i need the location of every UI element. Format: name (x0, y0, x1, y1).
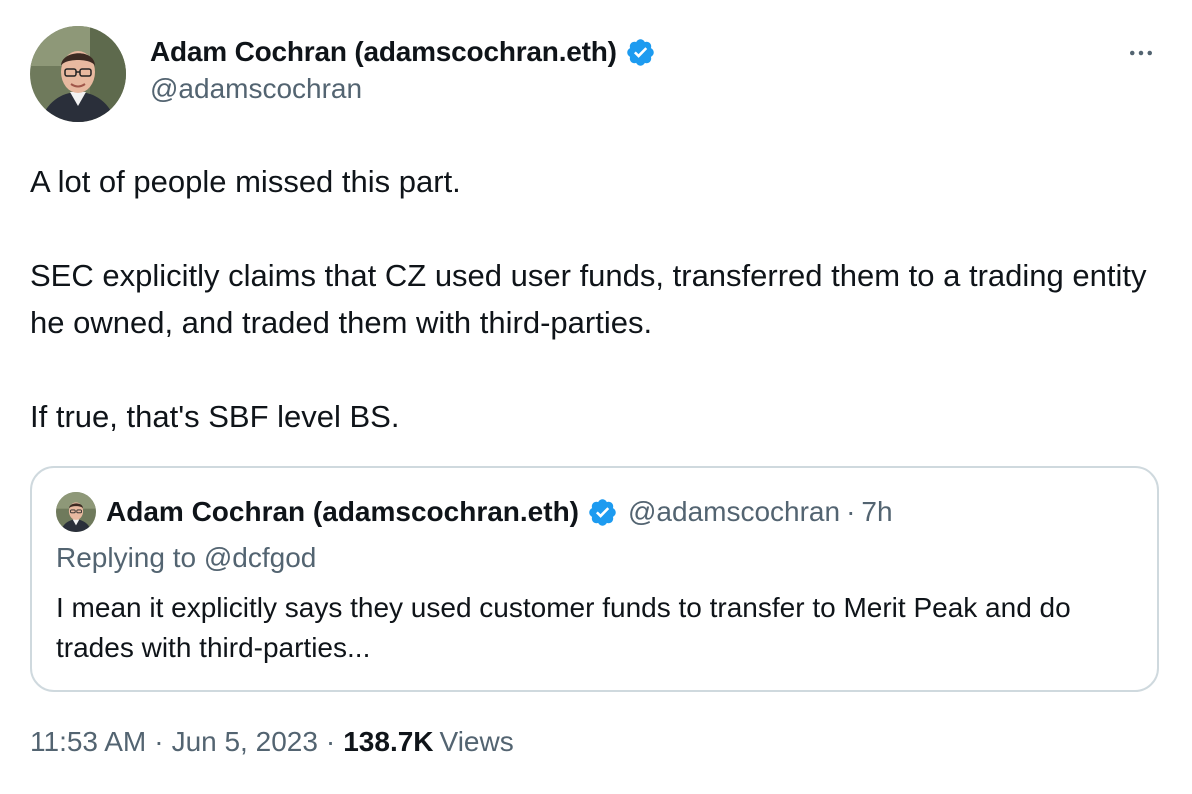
tweet-date[interactable]: Jun 5, 2023 (172, 726, 318, 758)
author-name-row: Adam Cochran (adamscochran.eth) (150, 33, 656, 71)
quoted-separator-dot: · (846, 496, 856, 527)
meta-separator-dot: · (325, 726, 336, 757)
tweet-text-line-2: SEC explicitly claims that CZ used user … (30, 258, 1147, 340)
quoted-tweet-text: I mean it explicitly says they used cust… (56, 592, 1071, 663)
quoted-replying-to: Replying to @dcfgod (56, 542, 316, 574)
views-count[interactable]: 138.7K (343, 726, 433, 758)
more-options-button[interactable] (1124, 36, 1158, 70)
quoted-author-display-name: Adam Cochran (adamscochran.eth) (106, 496, 579, 527)
quoted-tweet-card[interactable]: Adam Cochran (adamscochran.eth) @adamsco… (30, 466, 1159, 692)
tweet-card: Adam Cochran (adamscochran.eth) @adamsco… (0, 0, 1192, 794)
quoted-author-handle: @adamscochran (628, 496, 841, 527)
replying-to-prefix: Replying to (56, 542, 197, 573)
author-handle[interactable]: @adamscochran (150, 73, 656, 105)
quoted-timestamp: 7h (861, 496, 893, 527)
more-horizontal-icon (1130, 50, 1152, 56)
tweet-time[interactable]: 11:53 AM (30, 726, 146, 758)
quoted-author-avatar (56, 492, 96, 532)
replying-to-mention[interactable]: @dcfgod (204, 542, 317, 573)
views-label[interactable]: Views (440, 726, 514, 758)
author-block: Adam Cochran (adamscochran.eth) @adamsco… (150, 33, 656, 105)
quoted-verified-badge-icon (589, 498, 616, 526)
tweet-text-line-1: A lot of people missed this part. (30, 164, 461, 199)
meta-separator-dot: · (154, 726, 164, 757)
author-display-name[interactable]: Adam Cochran (adamscochran.eth) (150, 36, 617, 68)
quoted-tweet-header: Adam Cochran (adamscochran.eth) @adamsco… (56, 492, 893, 532)
verified-badge-icon[interactable] (625, 37, 656, 68)
tweet-text-line-3: If true, that's SBF level BS. (30, 399, 400, 434)
author-avatar-image (30, 26, 126, 122)
tweet-meta: 11:53 AM · Jun 5, 2023 · 138.7K Views (30, 726, 514, 758)
tweet-body: A lot of people missed this part. SEC ex… (30, 158, 1150, 440)
author-avatar[interactable] (30, 26, 126, 122)
quoted-author-avatar-image (56, 492, 96, 532)
